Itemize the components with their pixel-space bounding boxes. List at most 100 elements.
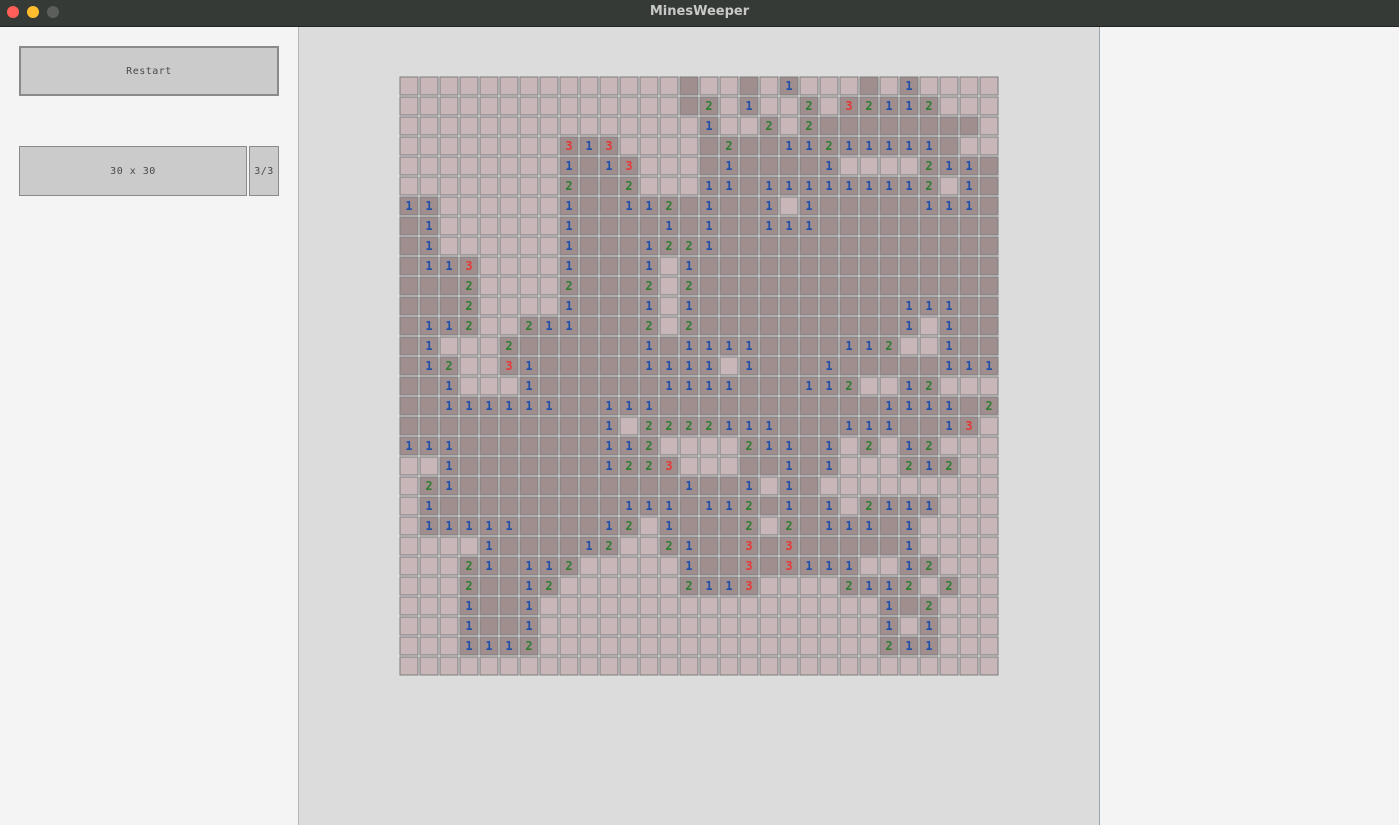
cell[interactable] — [819, 316, 839, 336]
cell[interactable] — [439, 276, 459, 296]
hidden-cell[interactable] — [659, 656, 679, 676]
hidden-cell[interactable] — [639, 556, 659, 576]
cell[interactable] — [559, 656, 579, 676]
hidden-cell[interactable] — [779, 636, 799, 656]
cell[interactable] — [699, 136, 719, 156]
hidden-cell[interactable] — [959, 636, 979, 656]
revealed-cell[interactable] — [399, 236, 419, 256]
cell[interactable]: 1 — [679, 336, 699, 356]
cell[interactable] — [979, 76, 999, 96]
cell[interactable] — [399, 96, 419, 116]
cell[interactable] — [479, 436, 499, 456]
hidden-cell[interactable] — [619, 116, 639, 136]
hidden-cell[interactable] — [959, 476, 979, 496]
revealed-cell[interactable] — [739, 236, 759, 256]
revealed-cell[interactable] — [499, 496, 519, 516]
cell[interactable] — [639, 136, 659, 156]
revealed-cell[interactable] — [459, 436, 479, 456]
cell[interactable] — [959, 296, 979, 316]
cell[interactable] — [579, 616, 599, 636]
cell[interactable] — [959, 96, 979, 116]
cell[interactable] — [659, 396, 679, 416]
cell[interactable] — [979, 636, 999, 656]
revealed-cell[interactable] — [839, 236, 859, 256]
revealed-cell[interactable] — [719, 316, 739, 336]
cell[interactable] — [399, 296, 419, 316]
cell[interactable] — [839, 316, 859, 336]
revealed-cell[interactable] — [539, 456, 559, 476]
hidden-cell[interactable] — [939, 556, 959, 576]
revealed-cell[interactable] — [519, 496, 539, 516]
cell[interactable] — [759, 256, 779, 276]
hidden-cell[interactable] — [659, 176, 679, 196]
hidden-cell[interactable] — [639, 156, 659, 176]
cell[interactable] — [599, 476, 619, 496]
cell[interactable] — [919, 576, 939, 596]
hidden-cell[interactable] — [939, 596, 959, 616]
cell[interactable]: 2 — [919, 176, 939, 196]
revealed-cell[interactable] — [819, 296, 839, 316]
cell[interactable]: 1 — [559, 296, 579, 316]
cell[interactable]: 1 — [939, 156, 959, 176]
cell[interactable]: 1 — [519, 356, 539, 376]
hidden-cell[interactable] — [739, 656, 759, 676]
cell[interactable] — [979, 456, 999, 476]
revealed-cell[interactable] — [919, 216, 939, 236]
cell[interactable] — [859, 296, 879, 316]
hidden-cell[interactable] — [939, 76, 959, 96]
hidden-cell[interactable] — [559, 636, 579, 656]
cell[interactable] — [539, 96, 559, 116]
cell[interactable] — [759, 296, 779, 316]
cell[interactable] — [919, 256, 939, 276]
revealed-cell[interactable] — [779, 296, 799, 316]
revealed-cell[interactable] — [939, 236, 959, 256]
cell[interactable] — [759, 356, 779, 376]
hidden-cell[interactable] — [779, 656, 799, 676]
cell[interactable] — [539, 496, 559, 516]
hidden-cell[interactable] — [519, 656, 539, 676]
cell[interactable] — [719, 236, 739, 256]
revealed-cell[interactable] — [579, 456, 599, 476]
cell[interactable] — [499, 616, 519, 636]
cell[interactable]: 1 — [579, 536, 599, 556]
hidden-cell[interactable] — [919, 476, 939, 496]
cell[interactable] — [799, 496, 819, 516]
cell[interactable] — [839, 236, 859, 256]
cell[interactable]: 3 — [659, 456, 679, 476]
revealed-cell[interactable] — [819, 236, 839, 256]
cell[interactable] — [919, 656, 939, 676]
cell[interactable] — [619, 596, 639, 616]
hidden-cell[interactable] — [839, 496, 859, 516]
cell[interactable] — [839, 596, 859, 616]
cell[interactable] — [899, 476, 919, 496]
cell[interactable]: 1 — [599, 396, 619, 416]
hidden-cell[interactable] — [799, 636, 819, 656]
cell[interactable] — [479, 336, 499, 356]
revealed-cell[interactable] — [499, 536, 519, 556]
cell[interactable]: 1 — [699, 496, 719, 516]
hidden-cell[interactable] — [439, 76, 459, 96]
hidden-cell[interactable] — [459, 536, 479, 556]
hidden-cell[interactable] — [479, 76, 499, 96]
cell[interactable] — [679, 456, 699, 476]
hidden-cell[interactable] — [839, 616, 859, 636]
cell[interactable]: 1 — [559, 156, 579, 176]
revealed-cell[interactable] — [519, 416, 539, 436]
hidden-cell[interactable] — [459, 156, 479, 176]
revealed-cell[interactable] — [979, 176, 999, 196]
cell[interactable]: 2 — [939, 576, 959, 596]
cell[interactable]: 1 — [919, 396, 939, 416]
hidden-cell[interactable] — [739, 596, 759, 616]
cell[interactable]: 1 — [459, 616, 479, 636]
cell[interactable]: 1 — [919, 456, 939, 476]
cell[interactable]: 1 — [739, 356, 759, 376]
cell[interactable] — [559, 76, 579, 96]
hidden-cell[interactable] — [859, 656, 879, 676]
hidden-cell[interactable] — [459, 336, 479, 356]
cell[interactable] — [779, 376, 799, 396]
cell[interactable]: 2 — [859, 436, 879, 456]
cell[interactable] — [399, 136, 419, 156]
revealed-cell[interactable] — [799, 256, 819, 276]
revealed-cell[interactable] — [799, 236, 819, 256]
cell[interactable] — [659, 576, 679, 596]
